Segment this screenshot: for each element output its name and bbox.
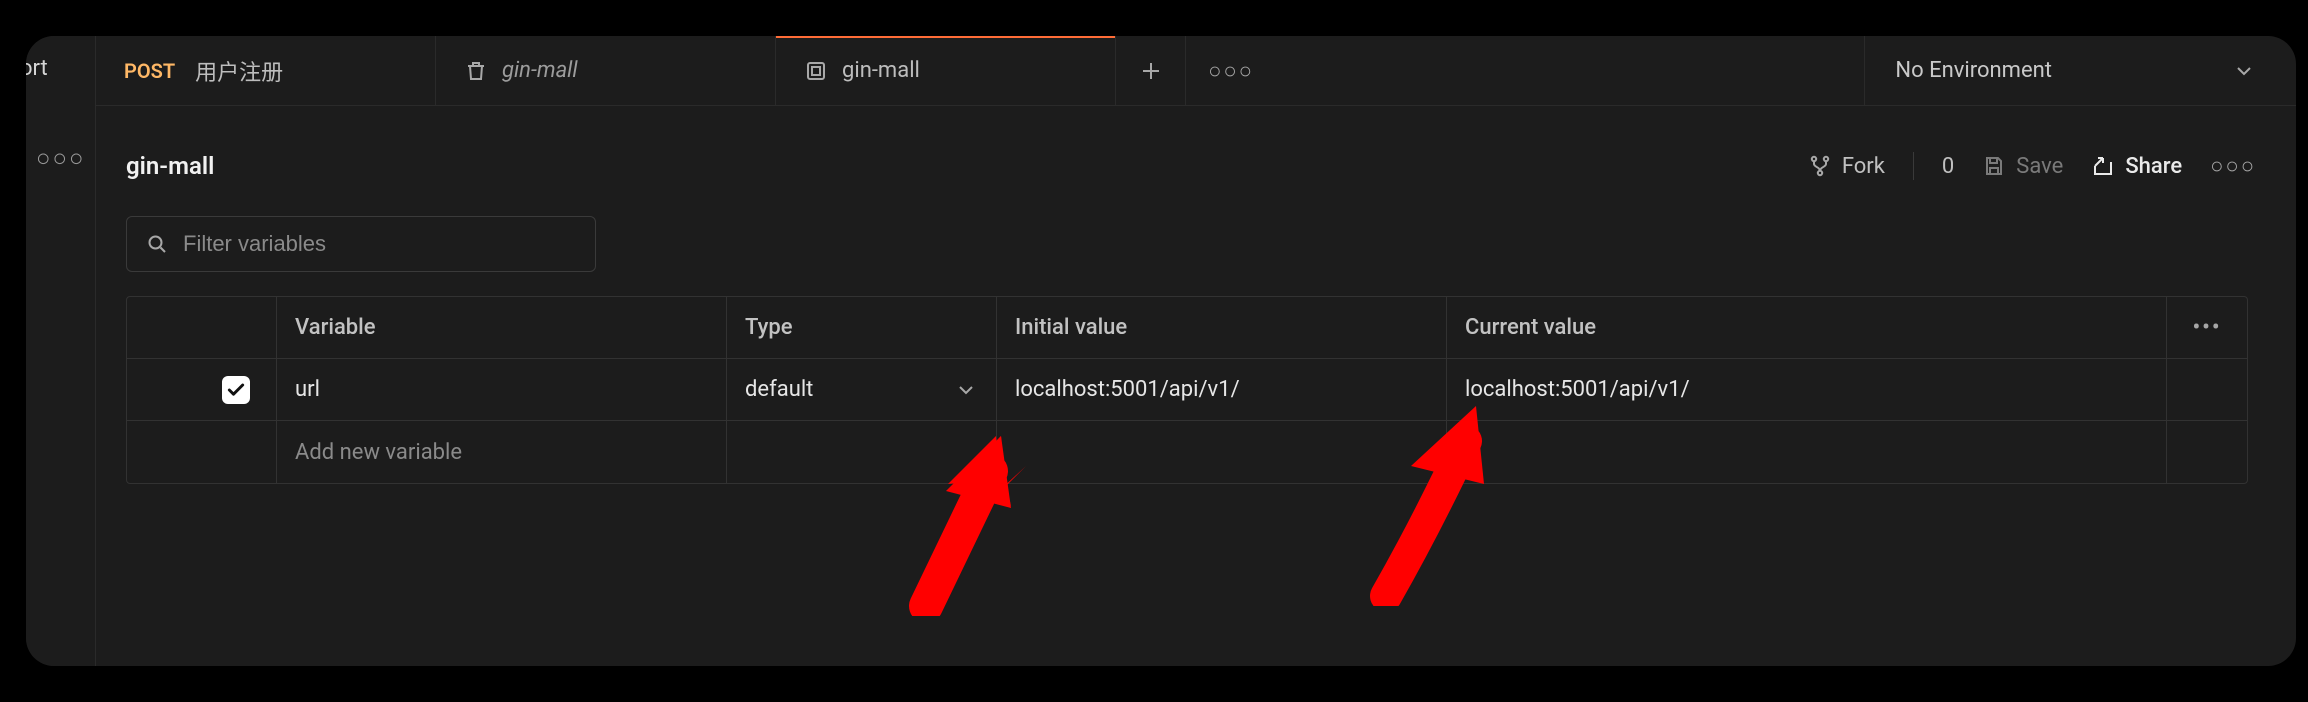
col-checkbox-header <box>127 297 277 358</box>
fork-button[interactable]: Fork <box>1808 154 1885 179</box>
page-more-button[interactable]: ○○○ <box>2210 153 2256 179</box>
app-shell: ort ○○○ POST 用户注册 gin-mall gin-mall ○○○ … <box>26 36 2296 666</box>
fork-label: Fork <box>1842 154 1885 179</box>
col-type-header: Type <box>727 297 997 358</box>
add-row-checkbox-cell <box>127 421 277 483</box>
trash-icon <box>464 59 488 83</box>
new-tab-button[interactable] <box>1116 36 1186 105</box>
environment-selector[interactable]: No Environment <box>1864 36 2296 105</box>
share-icon <box>2091 154 2115 178</box>
left-sidebar-sliver: ort ○○○ <box>26 36 96 666</box>
chevron-down-icon <box>954 378 978 402</box>
filter-variables-input[interactable] <box>183 231 577 257</box>
page-header: gin-mall Fork 0 Save Share ○○○ <box>126 136 2256 196</box>
variable-row-checkbox-cell <box>127 359 277 420</box>
table-header-more-icon: ••• <box>2192 315 2221 340</box>
http-method-badge: POST <box>124 59 175 83</box>
sidebar-cut-label: ort <box>26 56 48 81</box>
fork-icon <box>1808 154 1832 178</box>
sidebar-more-icon[interactable]: ○○○ <box>36 144 86 173</box>
col-current-header: Current value <box>1447 297 2167 358</box>
col-variable-header: Variable <box>277 297 727 358</box>
add-row-initial-cell <box>997 421 1447 483</box>
col-menu-header[interactable]: ••• <box>2167 297 2247 358</box>
chevron-down-icon <box>2232 59 2256 83</box>
variable-initial-cell[interactable]: localhost:5001/api/v1/ <box>997 359 1447 420</box>
divider <box>1913 152 1914 180</box>
tab-collection-gin-mall[interactable]: gin-mall <box>436 36 776 105</box>
variable-name-cell[interactable]: url <box>277 359 727 420</box>
variable-row-spacer <box>2167 359 2247 420</box>
tabs-overflow-button[interactable]: ○○○ <box>1186 36 1276 105</box>
tab-label: 用户注册 <box>195 55 283 87</box>
save-icon <box>1982 154 2006 178</box>
variables-table: Variable Type Initial value Current valu… <box>126 296 2248 484</box>
tab-environment-gin-mall[interactable]: gin-mall <box>776 36 1116 105</box>
col-initial-header: Initial value <box>997 297 1447 358</box>
variable-type-select[interactable]: default <box>727 359 997 420</box>
check-icon <box>226 380 246 400</box>
tab-label: gin-mall <box>502 58 578 83</box>
variable-enabled-checkbox[interactable] <box>222 376 250 404</box>
environment-selector-label: No Environment <box>1895 58 2052 83</box>
tab-strip: POST 用户注册 gin-mall gin-mall ○○○ No Envir… <box>96 36 2296 106</box>
page-title: gin-mall <box>126 152 214 180</box>
variables-table-header: Variable Type Initial value Current valu… <box>127 297 2247 359</box>
add-row-type-cell <box>727 421 997 483</box>
environment-icon <box>804 59 828 83</box>
variable-type-value: default <box>745 377 813 402</box>
plus-icon <box>1139 59 1163 83</box>
add-variable-row[interactable]: Add new variable <box>127 421 2247 483</box>
save-button[interactable]: Save <box>1982 154 2063 179</box>
search-icon <box>145 232 169 256</box>
variable-row: url default localhost:5001/api/v1/ local… <box>127 359 2247 421</box>
variable-current-value: localhost:5001/api/v1/ <box>1465 377 1690 402</box>
filter-variables-wrap[interactable] <box>126 216 596 272</box>
tab-label: gin-mall <box>842 58 920 83</box>
share-button[interactable]: Share <box>2091 154 2182 179</box>
fork-count: 0 <box>1942 154 1954 179</box>
variable-current-cell[interactable]: localhost:5001/api/v1/ <box>1447 359 2167 420</box>
save-label: Save <box>2016 154 2063 179</box>
add-row-current-cell <box>1447 421 2167 483</box>
add-variable-placeholder[interactable]: Add new variable <box>277 421 727 483</box>
header-actions: Fork 0 Save Share ○○○ <box>1808 152 2256 180</box>
variable-initial-value: localhost:5001/api/v1/ <box>1015 377 1240 402</box>
share-label: Share <box>2125 154 2182 179</box>
variable-name-value: url <box>295 377 320 402</box>
tab-request-user-register[interactable]: POST 用户注册 <box>96 36 436 105</box>
add-row-spacer <box>2167 421 2247 483</box>
